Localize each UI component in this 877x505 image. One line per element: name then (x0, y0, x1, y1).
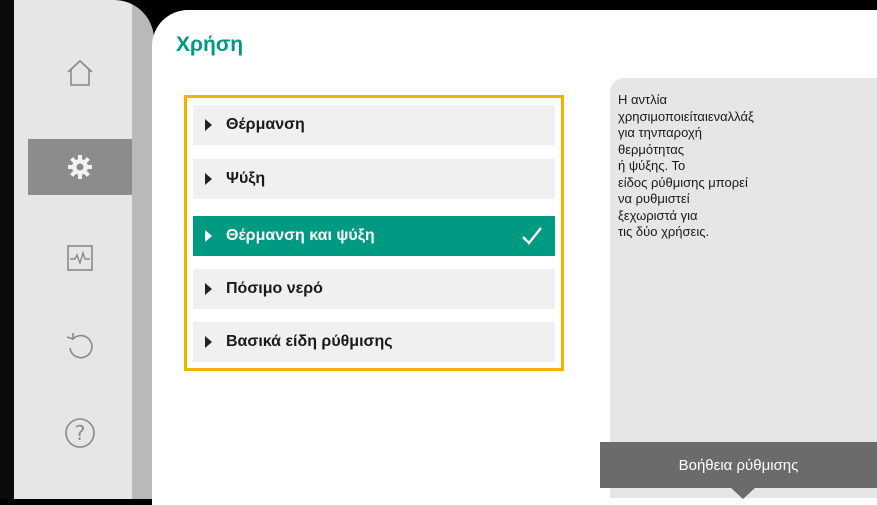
sidebar-item-help[interactable]: ? (28, 405, 132, 461)
menu-item-heating-and-cooling[interactable]: Θέρμανση και ψύξη (193, 216, 555, 256)
caret-right-icon (205, 173, 212, 185)
menu-item-drinking-water[interactable]: Πόσιμο νερό (193, 269, 555, 309)
sidebar-item-settings[interactable] (28, 139, 132, 195)
checkmark-icon (521, 225, 543, 252)
caret-right-icon (205, 119, 212, 131)
sidebar-item-restore[interactable] (28, 318, 132, 374)
question-icon: ? (63, 416, 97, 450)
menu-item-label: Θέρμανση (226, 116, 305, 133)
menu-item-label: Βασικά είδη ρύθμισης (226, 333, 393, 350)
menu-list: Θέρμανση Ψύξη Θέρμανση και ψύξη Πόσιμο ν… (184, 95, 564, 371)
sidebar-rail (132, 0, 154, 499)
menu-item-basic-control-modes[interactable]: Βασικά είδη ρύθμισης (193, 322, 555, 362)
pulse-monitor-icon (65, 243, 95, 273)
menu-item-label: Θέρμανση και ψύξη (226, 227, 375, 244)
svg-text:?: ? (75, 421, 86, 445)
caret-right-icon (205, 336, 212, 348)
menu-item-label: Πόσιμο νερό (226, 280, 323, 297)
menu-item-label: Ψύξη (226, 170, 266, 187)
sidebar: ? (14, 0, 154, 499)
page-title: Χρήση (176, 33, 244, 56)
help-panel: Η αντλία χρησιμοποιείταιεναλλάξ για τηνπ… (610, 78, 877, 498)
gear-icon (65, 152, 95, 182)
setting-help-button[interactable]: Βοήθεια ρύθμισης (600, 442, 877, 488)
sidebar-item-diagnostics[interactable] (28, 230, 132, 286)
home-icon (65, 58, 95, 88)
menu-item-cooling[interactable]: Ψύξη (193, 159, 555, 199)
caret-right-icon (205, 283, 212, 295)
caret-right-icon (205, 230, 212, 242)
sidebar-item-home[interactable] (28, 45, 132, 101)
help-button-caret (730, 487, 756, 499)
undo-icon (64, 330, 96, 362)
help-text: Η αντλία χρησιμοποιείταιεναλλάξ για τηνπ… (618, 92, 754, 239)
menu-item-heating[interactable]: Θέρμανση (193, 105, 555, 145)
